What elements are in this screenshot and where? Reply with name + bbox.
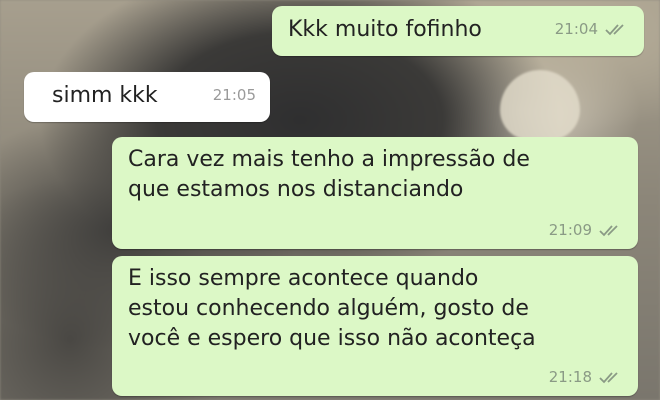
- message-meta: 21:04: [555, 14, 630, 44]
- wallpaper-photo-detail: [500, 70, 580, 140]
- message-bubble-outgoing[interactable]: Cara vez mais tenho a impressão de que e…: [112, 137, 638, 249]
- double-check-icon: [598, 370, 624, 384]
- message-time: 21:18: [548, 368, 592, 386]
- message-time: 21:04: [554, 20, 598, 38]
- double-check-icon: [604, 22, 630, 36]
- message-bubble-outgoing[interactable]: E isso sempre acontece quando estou conh…: [112, 256, 638, 396]
- message-time: 21:09: [548, 221, 592, 239]
- double-check-icon: [598, 223, 624, 237]
- message-bubble-outgoing[interactable]: Kkk muito fofinho 21:04: [272, 6, 644, 56]
- message-time: 21:05: [212, 86, 256, 104]
- message-meta: 21:09: [549, 215, 624, 245]
- message-meta: 21:05: [213, 80, 256, 110]
- message-meta: 21:18: [549, 362, 624, 392]
- message-bubble-incoming[interactable]: simm kkk 21:05: [24, 72, 270, 122]
- message-text: Cara vez mais tenho a impressão de que e…: [128, 147, 530, 202]
- message-text: E isso sempre acontece quando estou conh…: [128, 266, 536, 351]
